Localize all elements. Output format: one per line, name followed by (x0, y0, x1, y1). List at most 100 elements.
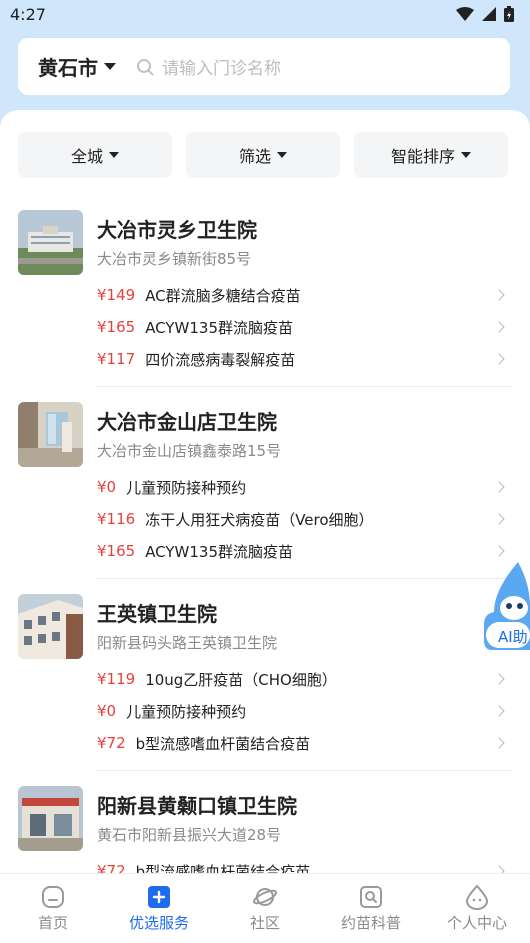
tab-home[interactable]: 首页 (0, 874, 106, 943)
clinic-card[interactable]: 大冶市金山店卫生院 大冶市金山店镇鑫泰路15号 ¥0 儿童预防接种预约 ¥116 冻… (18, 402, 512, 579)
clinic-address: 黄石市阳新县振兴大道28号 (97, 826, 282, 844)
divider (97, 770, 512, 771)
vaccine-row[interactable]: ¥0 儿童预防接种预约 (97, 474, 509, 500)
vaccine-price: ¥149 (97, 286, 136, 304)
search-bar[interactable]: 黄石市 请输入门诊名称 (18, 38, 510, 95)
vaccine-price: ¥119 (97, 670, 136, 688)
vaccine-price: ¥116 (97, 510, 136, 528)
home-icon (42, 886, 64, 908)
tab-home-label: 首页 (37, 914, 68, 932)
clinic-address: 大冶市灵乡镇新街85号 (97, 250, 252, 268)
search-input[interactable]: 请输入门诊名称 (136, 54, 281, 79)
tab-profile[interactable]: 个人中心 (424, 874, 530, 943)
chevron-right-icon (493, 865, 505, 873)
bottom-nav: 首页 优选服务 社区 约苗科普 个人中心 (0, 873, 530, 943)
vaccine-row[interactable]: ¥117 四价流感病毒裂解疫苗 (97, 346, 509, 372)
caret-down-icon (109, 152, 119, 158)
vaccine-name: ACYW135群流脑疫苗 (145, 542, 294, 561)
vaccine-row[interactable]: ¥165 ACYW135群流脑疫苗 (97, 538, 509, 564)
vaccine-name: b型流感嗜血杆菌结合疫苗 (135, 862, 311, 874)
clinic-name: 阳新县黄颡口镇卫生院 (97, 794, 297, 818)
ai-assistant-button[interactable]: AI助 (484, 560, 530, 652)
chevron-right-icon (493, 481, 505, 493)
magnifier-book-icon (360, 886, 382, 908)
vaccine-name: 冻干人用狂犬病疫苗（Vero细胞） (145, 510, 374, 529)
tab-science-label: 约苗科普 (340, 914, 401, 932)
clinic-address: 阳新县码头路王英镇卫生院 (97, 634, 278, 652)
tab-preferred-services-label: 优选服务 (128, 914, 189, 932)
clinic-name: 大冶市金山店卫生院 (97, 410, 277, 434)
vaccine-row[interactable]: ¥72 b型流感嗜血杆菌结合疫苗 (97, 858, 509, 873)
chevron-right-icon (493, 353, 505, 365)
vaccine-row[interactable]: ¥119 10ug乙肝疫苗（CHO细胞） (97, 666, 509, 692)
vaccine-row[interactable]: ¥165 ACYW135群流脑疫苗 (97, 314, 509, 340)
chevron-right-icon (493, 289, 505, 301)
caret-down-icon (461, 152, 471, 158)
vaccine-name: AC群流脑多糖结合疫苗 (145, 286, 301, 305)
clinic-card[interactable]: 大冶市灵乡卫生院 大冶市灵乡镇新街85号 ¥149 AC群流脑多糖结合疫苗 ¥16… (18, 210, 512, 387)
vaccine-price: ¥72 (97, 862, 126, 873)
chevron-right-icon (493, 737, 505, 749)
droplet-face-icon (465, 884, 489, 910)
services-icon (148, 886, 170, 908)
clinic-photo (18, 402, 83, 467)
battery-icon (504, 6, 514, 22)
vaccine-price: ¥0 (97, 478, 117, 496)
vaccine-price: ¥117 (97, 350, 136, 368)
divider (97, 578, 512, 579)
filter-area-label: 全城 (70, 147, 103, 166)
clinic-name: 王英镇卫生院 (97, 602, 217, 626)
tab-community[interactable]: 社区 (212, 874, 318, 943)
filter-sort-label: 智能排序 (390, 147, 455, 166)
tab-profile-label: 个人中心 (446, 914, 507, 932)
tab-science[interactable]: 约苗科普 (318, 874, 424, 943)
clinic-address: 大冶市金山店镇鑫泰路15号 (97, 442, 282, 460)
chevron-right-icon (493, 705, 505, 717)
planet-icon (252, 888, 278, 906)
filter-screen-label: 筛选 (238, 147, 271, 166)
chevron-right-icon (493, 513, 505, 525)
status-bar: 4:27 (0, 0, 530, 28)
vaccine-row[interactable]: ¥0 儿童预防接种预约 (97, 698, 509, 724)
vaccine-price: ¥72 (97, 734, 126, 752)
clinic-photo (18, 594, 83, 659)
vaccine-price: ¥0 (97, 702, 117, 720)
vaccine-row[interactable]: ¥149 AC群流脑多糖结合疫苗 (97, 282, 509, 308)
vaccine-name: 儿童预防接种预约 (126, 478, 247, 497)
search-placeholder: 请输入门诊名称 (162, 59, 281, 79)
clinic-photo (18, 786, 83, 851)
filter-bar: 全城 筛选 智能排序 (18, 132, 508, 178)
clinic-photo (18, 210, 83, 275)
vaccine-price: ¥165 (97, 318, 136, 336)
filter-area[interactable]: 全城 (18, 132, 172, 178)
divider (97, 386, 512, 387)
caret-down-icon (104, 63, 116, 70)
clinic-card[interactable]: 阳新县黄颡口镇卫生院 黄石市阳新县振兴大道28号 ¥72 b型流感嗜血杆菌结合疫苗 (18, 786, 512, 873)
status-time: 4:27 (10, 4, 46, 24)
wifi-icon (456, 7, 474, 21)
tab-preferred-services[interactable]: 优选服务 (106, 874, 212, 943)
vaccine-price: ¥165 (97, 542, 136, 560)
vaccine-name: b型流感嗜血杆菌结合疫苗 (135, 734, 311, 753)
vaccine-row[interactable]: ¥116 冻干人用狂犬病疫苗（Vero细胞） (97, 506, 509, 532)
clinic-name: 大冶市灵乡卫生院 (97, 218, 257, 242)
vaccine-name: 儿童预防接种预约 (126, 702, 247, 721)
clinic-list-panel: 全城 筛选 智能排序 大冶市灵乡卫生院 大冶市灵乡镇新街85号 ¥149 AC群流… (0, 110, 530, 873)
chevron-right-icon (493, 321, 505, 333)
cellular-signal-icon (482, 7, 496, 21)
chevron-right-icon (493, 545, 505, 557)
clinic-card[interactable]: 王英镇卫生院 阳新县码头路王英镇卫生院 ¥119 10ug乙肝疫苗（CHO细胞） … (18, 594, 512, 771)
city-label: 黄石市 (38, 56, 98, 80)
filter-screen[interactable]: 筛选 (186, 132, 340, 178)
filter-sort[interactable]: 智能排序 (354, 132, 508, 178)
search-icon (137, 58, 154, 75)
chevron-right-icon (493, 673, 505, 685)
vaccine-name: 10ug乙肝疫苗（CHO细胞） (145, 670, 337, 689)
ai-assistant-label: AI助 (498, 628, 528, 646)
vaccine-name: 四价流感病毒裂解疫苗 (145, 350, 296, 369)
status-icons (456, 6, 514, 22)
caret-down-icon (277, 152, 287, 158)
city-selector[interactable]: 黄石市 (38, 52, 116, 81)
vaccine-row[interactable]: ¥72 b型流感嗜血杆菌结合疫苗 (97, 730, 509, 756)
tab-community-label: 社区 (249, 914, 280, 932)
